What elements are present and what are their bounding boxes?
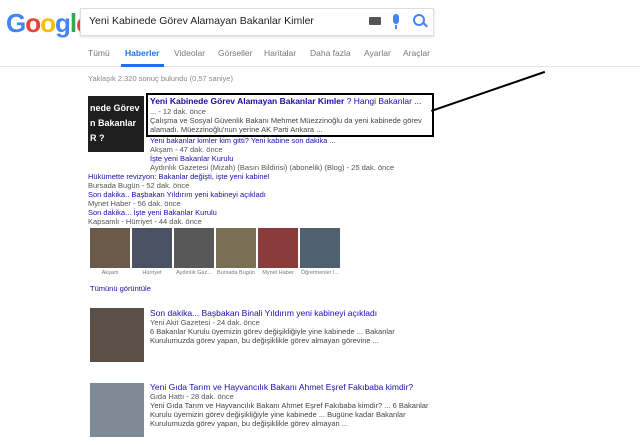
card2-snippet-3: Kurulumuzda görev yapan, bu değişiklikle… xyxy=(150,419,349,428)
news-image-caption: Bursada Bugün xyxy=(217,270,255,276)
main-result-title-tail[interactable]: ? Hangi Bakanlar ... xyxy=(344,96,422,106)
related-link[interactable]: Son dakika... İşte yeni Bakanlar Kurulu xyxy=(88,208,217,217)
related-meta: Aydınlık Gazetesi (Mizah) (Basın Bildiri… xyxy=(150,163,395,172)
view-all-link[interactable]: Tümünü görüntüle xyxy=(90,284,151,293)
related-meta: Mynet Haber - 56 dak. önce xyxy=(88,199,181,208)
related-link[interactable]: Hükümette revizyon: Bakanlar değişti, iş… xyxy=(88,172,270,181)
card1-thumbnail[interactable] xyxy=(90,308,144,362)
related-meta: Bursada Bugün - 52 dak. önce xyxy=(88,181,190,190)
main-result-title[interactable]: Yeni Kabinede Görev Alamayan Bakanlar Ki… xyxy=(150,96,421,106)
news-image-caption: Mynet Haber xyxy=(262,270,294,276)
tab-ayarlar[interactable]: Ayarlar xyxy=(364,48,391,58)
tab-haberler[interactable]: Haberler xyxy=(121,48,163,67)
thumb-text-line: R ? xyxy=(90,133,105,143)
card1-title[interactable]: Son dakika... Başbakan Binali Yıldırım y… xyxy=(150,308,377,318)
card2-title[interactable]: Yeni Gıda Tarım ve Hayvancılık Bakanı Ah… xyxy=(150,382,413,392)
news-image-caption: Öğretmenler İ... xyxy=(300,270,340,276)
news-image-thumbnail[interactable] xyxy=(216,228,256,268)
news-image-thumbnail[interactable] xyxy=(300,228,340,268)
news-image-caption: Akşam xyxy=(101,270,119,276)
google-logo[interactable]: Google xyxy=(6,8,91,39)
result-count: Yaklaşık 2.320 sonuç bulundu (0,57 saniy… xyxy=(88,74,233,83)
thumb-text-line: nede Görev xyxy=(90,103,140,113)
tab-haritalar[interactable]: Haritalar xyxy=(264,48,296,58)
news-image-caption: Aydınlık Gaz... xyxy=(176,270,212,276)
related-meta: Akşam - 47 dak. önce xyxy=(150,145,223,154)
main-result-snippet-2: alamadı. Müezzinoğlu'nun yerine AK Parti… xyxy=(150,125,323,134)
search-tabs: Tümü Haberler Videolar Görseller Harital… xyxy=(0,44,640,67)
related-meta: Kapsamlı - Hürriyet - 44 dak. önce xyxy=(88,217,202,226)
tab-videolar[interactable]: Videolar xyxy=(174,48,205,58)
main-result-snippet-1: Çalışma ve Sosyal Güvenlik Bakanı Mehmet… xyxy=(150,116,422,125)
main-result-thumbnail[interactable]: nede Görev n Bakanlar R ? xyxy=(88,96,144,152)
card2-snippet-1: Yeni Gıda Tarım ve Hayvancılık Bakanı Ah… xyxy=(150,401,429,410)
search-icon[interactable] xyxy=(413,14,425,26)
tab-tumu[interactable]: Tümü xyxy=(88,48,110,58)
news-image-thumbnail[interactable] xyxy=(174,228,214,268)
tab-gorseller[interactable]: Görseller xyxy=(218,48,252,58)
microphone-icon[interactable] xyxy=(393,14,399,29)
card2-snippet-2: Kurulu üyemizin görev değişikliğiyle yin… xyxy=(150,410,406,419)
thumb-text-line: n Bakanlar xyxy=(90,118,137,128)
related-link[interactable]: Yeni bakanlar kimler kim gitti? Yeni kab… xyxy=(150,136,336,145)
tab-daha-fazla[interactable]: Daha fazla xyxy=(310,48,351,58)
news-image-thumbnail[interactable] xyxy=(258,228,298,268)
related-link[interactable]: Son dakika.. Başbakan Yıldırım yeni kabi… xyxy=(88,190,266,199)
news-image-thumbnail[interactable] xyxy=(132,228,172,268)
main-result-title-text[interactable]: Yeni Kabinede Görev Alamayan Bakanlar Ki… xyxy=(150,96,344,106)
keyboard-icon[interactable] xyxy=(369,17,381,25)
card1-snippet-2: Kurulumuzda görev yapan, bu değişiklikle… xyxy=(150,336,379,345)
search-box[interactable] xyxy=(80,8,434,36)
card2-meta: Gıda Hattı - 28 dak. önce xyxy=(150,392,234,401)
news-image-caption: Hürriyet xyxy=(142,270,162,276)
annotation-arrow xyxy=(431,70,546,112)
tab-araclar[interactable]: Araçlar xyxy=(403,48,430,58)
search-input[interactable] xyxy=(89,12,359,30)
card1-snippet-1: 6 Bakanlar Kurulu üyemizin görev değişik… xyxy=(150,327,395,336)
news-image-thumbnail[interactable] xyxy=(90,228,130,268)
card1-meta: Yeni Akit Gazetesi - 24 dak. önce xyxy=(150,318,260,327)
related-link[interactable]: İşte yeni Bakanlar Kurulu xyxy=(150,154,233,163)
card2-thumbnail[interactable] xyxy=(90,383,144,437)
main-result-meta: ... - 12 dak. önce xyxy=(150,107,206,116)
